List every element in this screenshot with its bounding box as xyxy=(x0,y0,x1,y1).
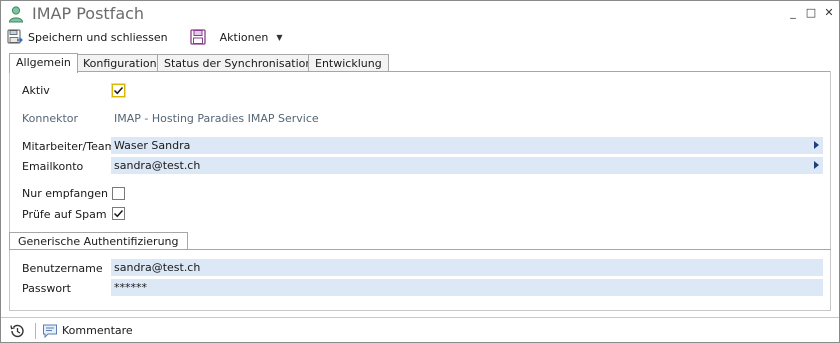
mitarbeiter-value: Waser Sandra xyxy=(114,139,191,152)
auth-section-divider xyxy=(9,249,831,250)
dialog-window: IMAP Postfach _ □ ✕ Speichern und schlie… xyxy=(0,0,840,343)
bottom-separator xyxy=(35,322,36,339)
actions-label: Aktionen xyxy=(219,30,269,44)
window-title: IMAP Postfach xyxy=(32,4,145,23)
password-label: Passwort xyxy=(22,282,71,295)
tab-strip: Allgemein Konfiguration Status der Synch… xyxy=(9,53,831,73)
checkmark-icon xyxy=(113,209,124,218)
password-input[interactable]: ****** xyxy=(111,279,823,296)
tab-allgemein[interactable]: Allgemein xyxy=(9,53,78,73)
lookup-arrow-icon[interactable] xyxy=(814,161,819,169)
actions-dropdown[interactable]: Aktionen ▼ xyxy=(189,27,283,47)
save-close-button[interactable]: Speichern und schliessen xyxy=(7,27,168,47)
password-value: ****** xyxy=(114,281,147,294)
comments-button[interactable]: Kommentare xyxy=(42,323,133,339)
username-input[interactable]: sandra@test.ch xyxy=(111,259,823,276)
mitarbeiter-field[interactable]: Waser Sandra xyxy=(111,137,823,154)
emailkonto-field[interactable]: sandra@test.ch xyxy=(111,157,823,174)
mitarbeiter-label: Mitarbeiter/Team xyxy=(22,140,116,153)
user-icon xyxy=(8,6,24,23)
aktiv-checkbox[interactable] xyxy=(112,84,125,97)
save-close-label: Speichern und schliessen xyxy=(28,30,168,44)
username-value: sandra@test.ch xyxy=(114,261,201,274)
nur-empfangen-label: Nur empfangen xyxy=(22,187,108,200)
bottom-bar: Kommentare xyxy=(1,317,839,343)
window-controls: _ □ ✕ xyxy=(787,5,835,19)
chevron-down-icon: ▼ xyxy=(276,32,283,42)
tab-entwicklung[interactable]: Entwicklung xyxy=(308,54,389,72)
aktiv-label: Aktiv xyxy=(22,84,50,97)
konnektor-value: IMAP - Hosting Paradies IMAP Service xyxy=(114,112,319,125)
checkmark-icon xyxy=(113,86,124,95)
close-button[interactable]: ✕ xyxy=(823,5,835,19)
minimize-button[interactable]: _ xyxy=(787,5,799,19)
history-icon xyxy=(10,324,24,337)
emailkonto-value: sandra@test.ch xyxy=(114,159,201,172)
lookup-arrow-icon[interactable] xyxy=(814,141,819,149)
history-button[interactable] xyxy=(9,323,29,339)
emailkonto-label: Emailkonto xyxy=(22,160,84,173)
tab-konfiguration[interactable]: Konfiguration xyxy=(76,54,164,72)
toolbar: Speichern und schliessen Aktionen ▼ xyxy=(1,27,839,47)
floppy-disk-icon xyxy=(189,29,206,45)
comment-icon xyxy=(43,324,57,338)
spam-checkbox[interactable] xyxy=(112,207,125,220)
title-bar: IMAP Postfach _ □ ✕ xyxy=(1,1,839,27)
maximize-button[interactable]: □ xyxy=(805,5,817,19)
tab-status-synchronisation[interactable]: Status der Synchronisation xyxy=(157,54,320,72)
spam-label: Prüfe auf Spam xyxy=(22,208,107,221)
konnektor-label: Konnektor xyxy=(22,112,79,125)
save-close-icon xyxy=(7,29,23,44)
comments-label: Kommentare xyxy=(62,324,133,337)
username-label: Benutzername xyxy=(22,262,103,275)
nur-empfangen-checkbox[interactable] xyxy=(112,187,125,200)
auth-section-tab: Generische Authentifizierung xyxy=(9,232,188,250)
